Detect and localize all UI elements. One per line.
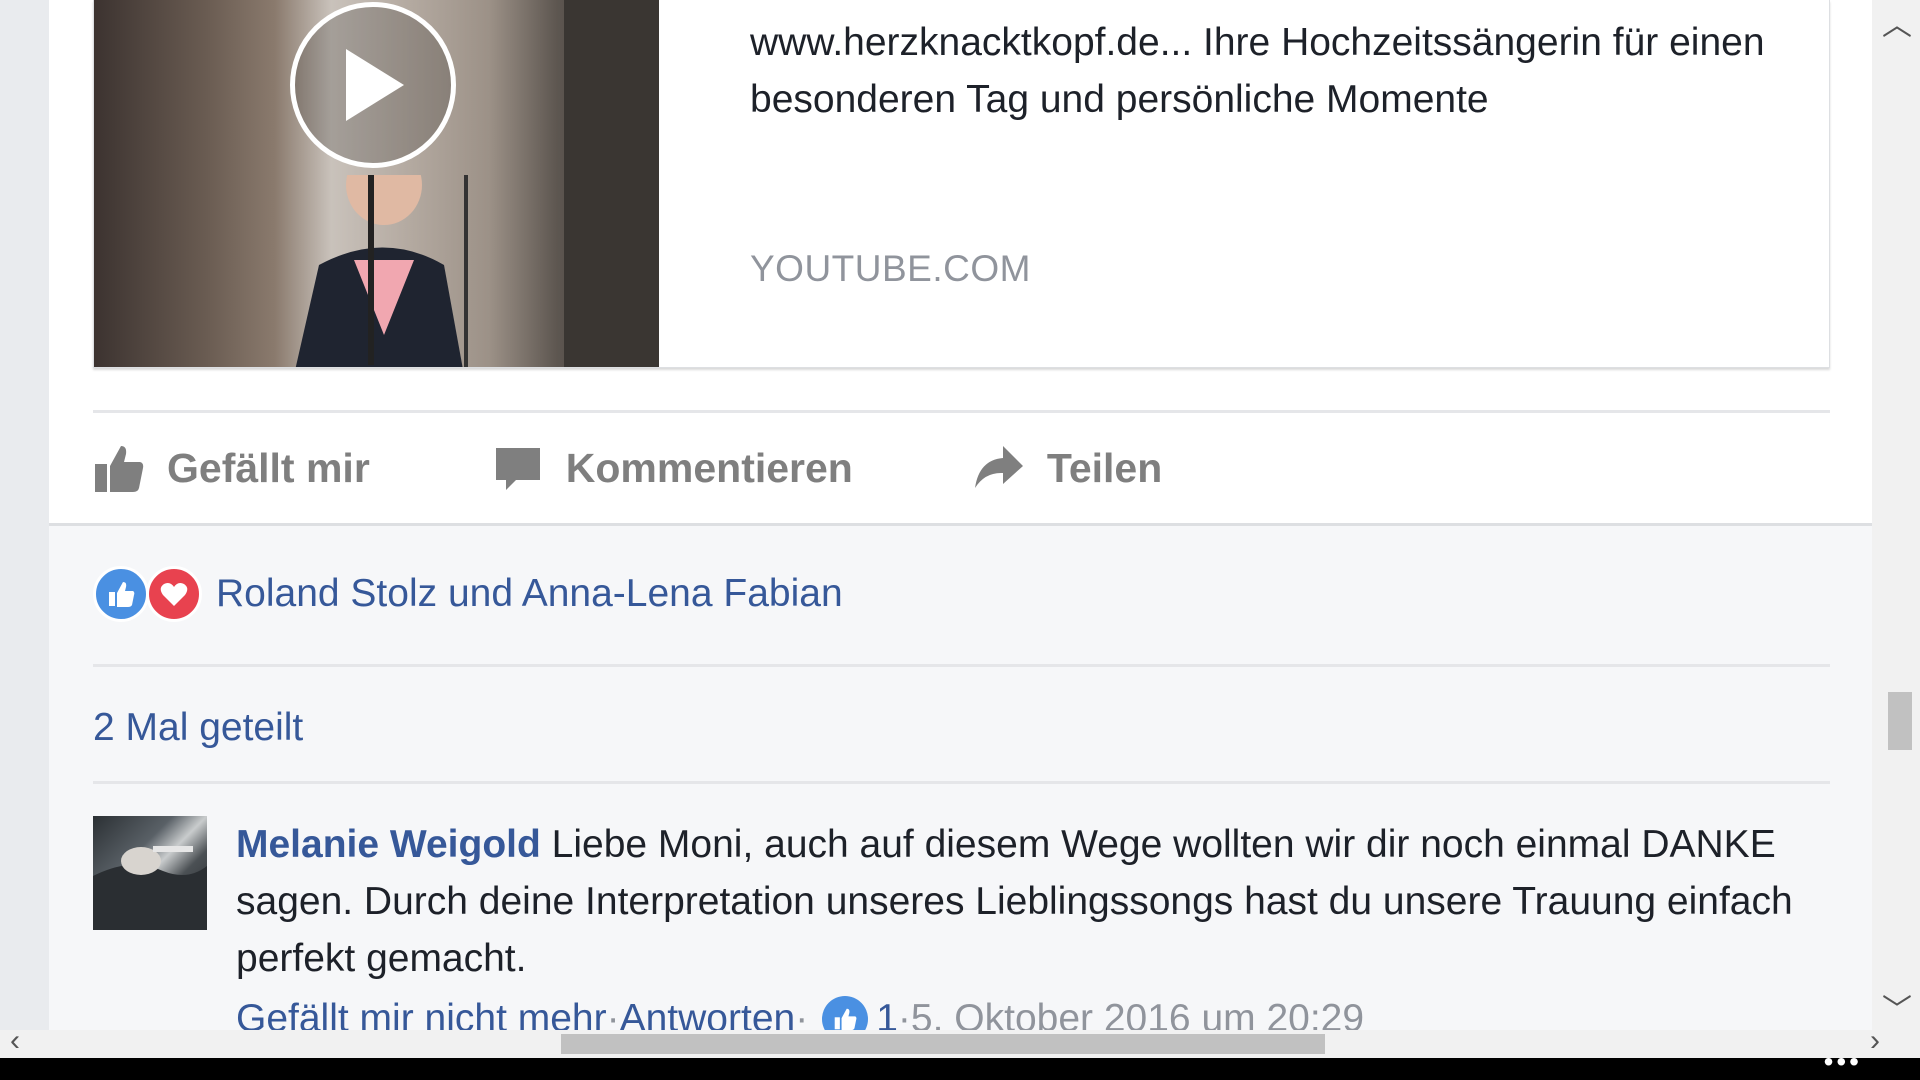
divider (93, 781, 1830, 784)
reaction-names[interactable]: Roland Stolz und Anna-Lena Fabian (216, 572, 843, 616)
scroll-up-icon[interactable]: ︿ (1882, 0, 1912, 44)
scroll-left-icon[interactable]: ‹ (10, 1024, 20, 1058)
comment-author[interactable]: Melanie Weigold (236, 823, 541, 866)
more-options-icon[interactable]: ••• (1824, 1046, 1862, 1078)
comment-like-icon (822, 996, 869, 1030)
horizontal-scrollbar[interactable]: ‹ › (0, 1024, 1920, 1058)
action-bar: Gefällt mir Kommentieren Teilen (93, 436, 1162, 500)
taskbar: ••• (0, 1046, 1920, 1080)
like-label: Gefällt mir (167, 444, 370, 491)
vertical-scrollbar[interactable]: ︿ ﹀ (1872, 0, 1920, 1030)
horizontal-scroll-thumb[interactable] (561, 1034, 1325, 1054)
comment-bubble-icon (495, 448, 540, 490)
love-reaction-icon (146, 566, 202, 622)
like-button[interactable]: Gefällt mir (93, 442, 370, 494)
comments-section: Roland Stolz und Anna-Lena Fabian 2 Mal … (49, 523, 1872, 1030)
play-icon (346, 49, 404, 121)
divider (93, 410, 1830, 413)
separator: · (795, 997, 809, 1030)
comment-timestamp[interactable]: 5. Oktober 2016 um 20:29 (911, 997, 1364, 1030)
singer-image (295, 175, 468, 367)
avatar[interactable] (93, 816, 207, 930)
link-preview-card[interactable]: www.herzknacktkopf.de... Ihre Hochzeitss… (93, 0, 1830, 368)
unlike-link[interactable]: Gefällt mir nicht mehr (236, 997, 607, 1030)
scroll-right-icon[interactable]: › (1870, 1024, 1880, 1058)
shares-count[interactable]: 2 Mal geteilt (93, 706, 303, 750)
separator: · (606, 997, 620, 1030)
comment-text-block: Melanie Weigold Liebe Moni, auch auf die… (236, 816, 1836, 987)
vertical-scroll-thumb[interactable] (1888, 692, 1912, 750)
separator: · (897, 997, 911, 1030)
comment-like-count[interactable]: 1 (876, 997, 898, 1030)
play-button[interactable] (290, 2, 456, 168)
like-reaction-icon (93, 566, 149, 622)
comment-button[interactable]: Kommentieren (492, 442, 853, 494)
scroll-down-icon[interactable]: ﹀ (1882, 985, 1912, 1029)
link-domain: YOUTUBE.COM (750, 248, 1031, 289)
link-title[interactable]: www.herzknacktkopf.de... Ihre Hochzeitss… (750, 14, 1800, 128)
divider (93, 664, 1830, 667)
thumbs-up-icon (95, 446, 144, 492)
share-arrow-icon (974, 446, 1023, 488)
feed-post: www.herzknacktkopf.de... Ihre Hochzeitss… (49, 0, 1872, 1030)
reply-link[interactable]: Antworten (620, 997, 796, 1030)
share-label: Teilen (1046, 444, 1163, 491)
comment-label: Kommentieren (565, 444, 853, 491)
video-thumbnail[interactable] (94, 0, 659, 367)
share-button[interactable]: Teilen (973, 442, 1162, 494)
comment-meta: Gefällt mir nicht mehr · Antworten · 1 ·… (236, 996, 1364, 1030)
reactions-summary[interactable]: Roland Stolz und Anna-Lena Fabian (93, 566, 843, 622)
